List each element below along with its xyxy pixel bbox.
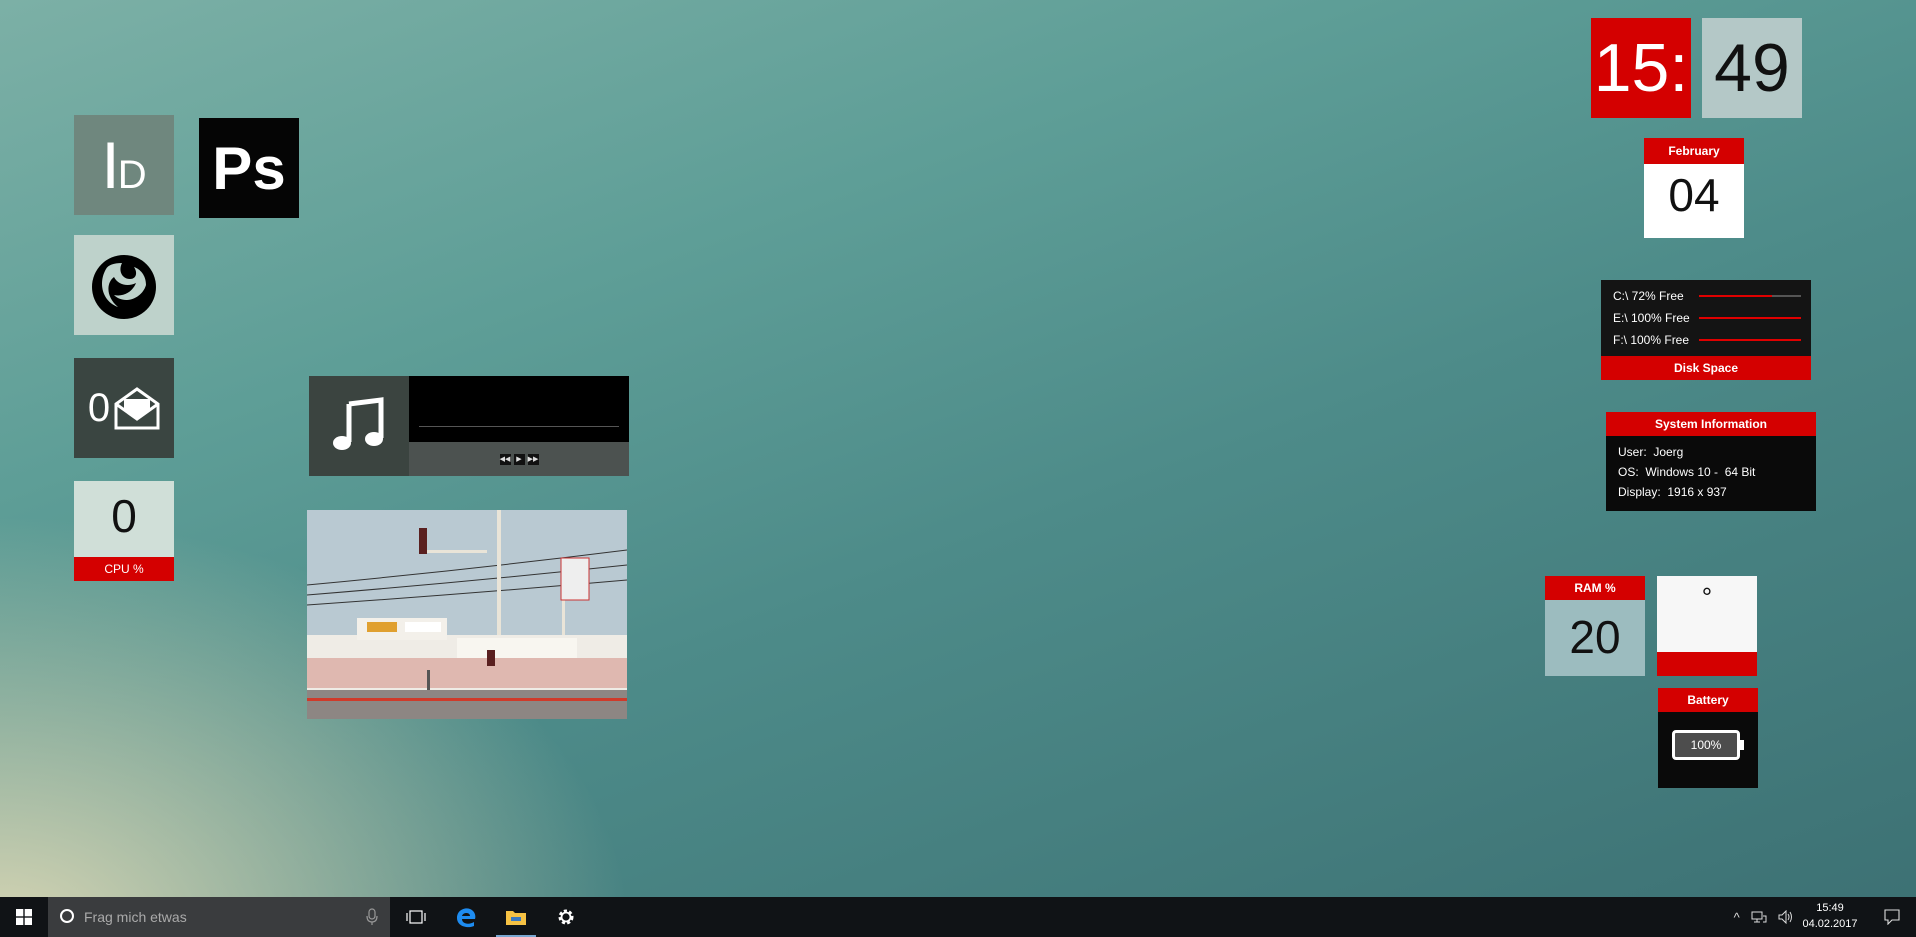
taskbar-date: 04.02.2017 bbox=[1802, 918, 1858, 930]
next-icon[interactable]: ▶▶ bbox=[527, 453, 539, 465]
battery-widget: Battery 100% bbox=[1658, 688, 1758, 788]
search-placeholder: Frag mich etwas bbox=[84, 909, 187, 925]
indesign-logo-d: D bbox=[117, 152, 147, 197]
cortana-icon bbox=[60, 909, 74, 923]
disk-bar-fill bbox=[1699, 317, 1801, 319]
temperature-bar bbox=[1657, 652, 1757, 676]
network-icon[interactable] bbox=[1751, 910, 1767, 924]
cpu-label: CPU % bbox=[74, 557, 174, 581]
microphone-icon[interactable] bbox=[366, 908, 378, 926]
music-progress-bar[interactable] bbox=[419, 426, 619, 427]
date-month: February bbox=[1644, 138, 1744, 164]
play-icon[interactable]: ▶ bbox=[513, 453, 525, 465]
battery-icon: 100% bbox=[1672, 730, 1740, 760]
mail-tile[interactable]: 0 bbox=[74, 358, 174, 458]
disk-space-widget: C:\ 72% Free E:\ 100% Free F:\ 100% Free… bbox=[1601, 280, 1811, 380]
clock-minutes: 49 bbox=[1702, 18, 1802, 118]
street-scene-illustration bbox=[307, 510, 627, 719]
ram-value: 20 bbox=[1569, 611, 1621, 663]
disk-bar-fill bbox=[1699, 339, 1801, 341]
indesign-tile[interactable]: ID bbox=[74, 115, 174, 215]
disk-label: C:\ 72% Free bbox=[1613, 289, 1684, 303]
action-center-button[interactable] bbox=[1868, 897, 1916, 937]
battery-terminal bbox=[1740, 740, 1744, 750]
edge-icon bbox=[457, 908, 476, 928]
cpu-meter-tile: 0 CPU % bbox=[74, 481, 174, 581]
music-controls: ◀◀ ▶ ▶▶ bbox=[409, 442, 629, 476]
temperature-value: ° bbox=[1701, 582, 1713, 612]
indesign-logo-i: I bbox=[101, 128, 119, 202]
disk-bar bbox=[1699, 295, 1801, 297]
temperature-widget: ° bbox=[1657, 576, 1757, 676]
cpu-value: 0 bbox=[111, 490, 137, 542]
disk-label: F:\ 100% Free bbox=[1613, 333, 1690, 347]
file-explorer-icon bbox=[506, 911, 526, 925]
file-explorer-button[interactable] bbox=[492, 897, 540, 937]
system-information-widget: System Information User: Joerg OS: Windo… bbox=[1606, 412, 1816, 511]
photoshop-logo-text: Ps bbox=[212, 134, 286, 202]
music-player-widget: ◀◀ ▶ ▶▶ bbox=[309, 376, 629, 476]
taskbar: Frag mich etwas ^ 15:49 04.02.2017 bbox=[0, 897, 1916, 937]
taskbar-clock[interactable]: 15:49 04.02.2017 bbox=[1800, 897, 1860, 937]
sysinfo-user: User: Joerg bbox=[1618, 445, 1684, 459]
settings-button[interactable] bbox=[542, 897, 590, 937]
music-tile[interactable] bbox=[309, 376, 409, 476]
system-information-title: System Information bbox=[1606, 412, 1816, 436]
disk-label: E:\ 100% Free bbox=[1613, 311, 1690, 325]
disk-row: F:\ 100% Free bbox=[1613, 331, 1801, 349]
disk-bar-fill bbox=[1699, 295, 1773, 297]
start-button[interactable] bbox=[0, 897, 48, 937]
disk-space-title: Disk Space bbox=[1601, 356, 1811, 380]
disk-bar bbox=[1699, 339, 1801, 341]
music-note-icon bbox=[333, 397, 384, 450]
sysinfo-os: OS: Windows 10 - 64 Bit bbox=[1618, 465, 1756, 479]
battery-value: 100% bbox=[1690, 738, 1722, 752]
chevron-up-icon[interactable]: ^ bbox=[1734, 910, 1740, 925]
system-tray: ^ bbox=[1728, 897, 1800, 937]
envelope-icon bbox=[114, 387, 160, 430]
firefox-tile[interactable] bbox=[74, 235, 174, 335]
disk-bar bbox=[1699, 317, 1801, 319]
settings-icon bbox=[558, 909, 574, 925]
mail-unread-count: 0 bbox=[87, 385, 111, 430]
notification-icon bbox=[1884, 909, 1900, 925]
task-view-button[interactable] bbox=[392, 897, 440, 937]
ram-meter-widget: RAM % 20 bbox=[1545, 576, 1645, 676]
photoshop-tile[interactable]: Ps bbox=[199, 118, 299, 218]
volume-icon[interactable] bbox=[1778, 910, 1794, 924]
search-box[interactable]: Frag mich etwas bbox=[48, 897, 390, 937]
sysinfo-display: Display: 1916 x 937 bbox=[1618, 485, 1727, 499]
music-track-display bbox=[409, 376, 629, 442]
edge-button[interactable] bbox=[442, 897, 490, 937]
firefox-icon bbox=[92, 255, 156, 319]
task-view-icon bbox=[406, 910, 426, 924]
disk-row: E:\ 100% Free bbox=[1613, 309, 1801, 327]
ram-label: RAM % bbox=[1545, 576, 1645, 600]
date-day: 04 bbox=[1668, 169, 1720, 221]
date-widget: February 04 bbox=[1644, 138, 1744, 238]
previous-icon[interactable]: ◀◀ bbox=[499, 453, 511, 465]
battery-label: Battery bbox=[1658, 688, 1758, 712]
clock-hours: 15: bbox=[1591, 18, 1691, 118]
picture-frame-widget bbox=[307, 510, 627, 719]
windows-icon bbox=[16, 909, 32, 925]
taskbar-time: 15:49 bbox=[1816, 902, 1844, 914]
disk-row: C:\ 72% Free bbox=[1613, 287, 1801, 305]
